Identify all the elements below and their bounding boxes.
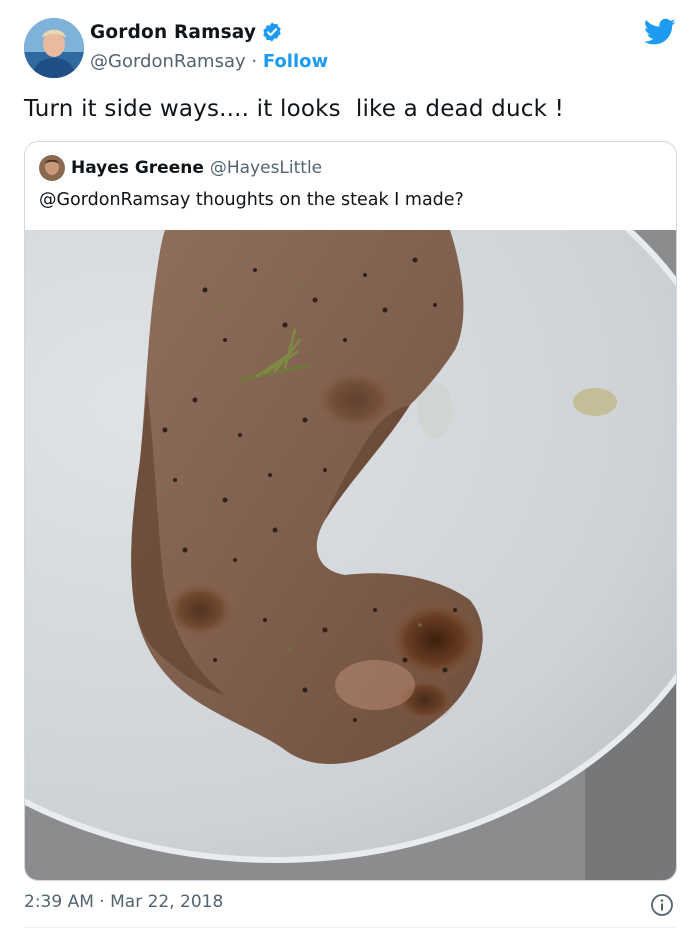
tweet-text: Turn it side ways.... it looks like a de…: [24, 96, 565, 122]
quoted-tweet-header: Hayes Greene @HayesLittle: [39, 155, 322, 181]
info-icon[interactable]: [650, 893, 674, 917]
tweet-header: Gordon Ramsay @GordonRamsay · Follow: [24, 18, 676, 82]
avatar-photo: [24, 18, 84, 78]
tweet-time: 2:39 AM: [24, 892, 94, 912]
quoted-author-name[interactable]: Hayes Greene: [71, 158, 204, 178]
quoted-author-avatar[interactable]: [39, 155, 65, 181]
author-name[interactable]: Gordon Ramsay: [90, 22, 256, 43]
bottom-divider: [24, 927, 676, 928]
follow-button[interactable]: Follow: [263, 51, 328, 72]
tweet-date: Mar 22, 2018: [110, 892, 224, 912]
steak-photo[interactable]: [25, 230, 676, 880]
tweet-card: Gordon Ramsay @GordonRamsay · Follow Tur…: [0, 0, 700, 931]
quoted-author-handle[interactable]: @HayesLittle: [210, 158, 322, 178]
handle-separator: ·: [251, 51, 258, 72]
tweet-timestamp[interactable]: 2:39 AM · Mar 22, 2018: [24, 892, 223, 912]
author-avatar[interactable]: [24, 18, 84, 78]
author-info: Gordon Ramsay @GordonRamsay · Follow: [90, 21, 328, 73]
author-handle[interactable]: @GordonRamsay: [90, 51, 246, 72]
twitter-bird-icon[interactable]: [644, 18, 676, 46]
verified-badge-icon: [261, 21, 283, 43]
timestamp-separator: ·: [99, 892, 105, 912]
quoted-tweet[interactable]: Hayes Greene @HayesLittle @GordonRamsay …: [24, 141, 677, 881]
quoted-tweet-text: @GordonRamsay thoughts on the steak I ma…: [39, 190, 464, 210]
